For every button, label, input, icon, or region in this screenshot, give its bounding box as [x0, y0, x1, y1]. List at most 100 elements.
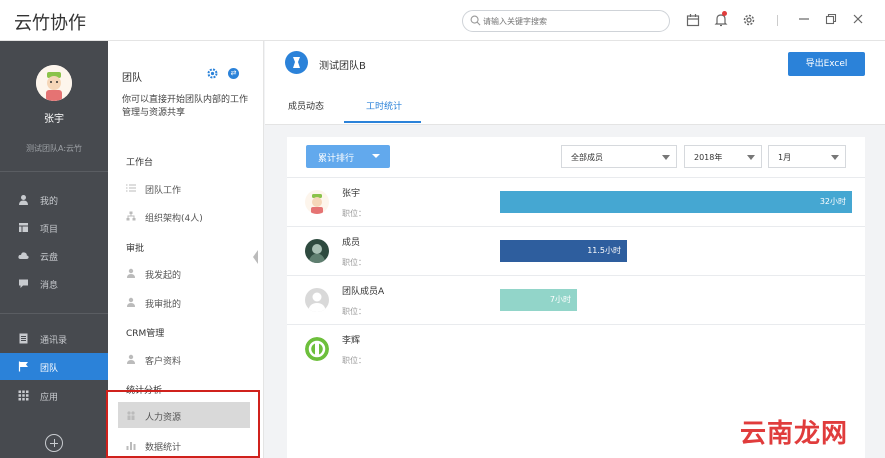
- org-chart-icon: [126, 211, 136, 221]
- work-hours-card: 累计排行 全部成员 2018年 1月 张宇 职位： 32小时 成员 职位： 11…: [287, 137, 865, 458]
- member-name: 李辉: [342, 336, 361, 346]
- main-sidebar: 张宇 测试团队A:云竹 我的 项目 云盘 消息 通讯录 团队 应用: [0, 41, 108, 458]
- team-logo: [285, 51, 308, 74]
- search-input[interactable]: [483, 13, 663, 29]
- member-name: 成员: [342, 238, 361, 248]
- divider: [0, 313, 108, 314]
- list-icon: [126, 184, 136, 192]
- highlight-box: [106, 390, 260, 458]
- user-icon: [127, 268, 135, 278]
- year-value: 2018年: [694, 153, 723, 162]
- table-row[interactable]: 成员 职位： 11.5小时: [287, 226, 865, 276]
- sidebar-item-label: 项目: [40, 225, 59, 235]
- sidebar-item-label: 消息: [40, 281, 59, 291]
- main-content: 测试团队B 导出Excel 成员动态 工时统计 累计排行 全部成员 2018年 …: [265, 41, 885, 458]
- panel-title: 团队: [122, 73, 142, 84]
- table-row[interactable]: 团队成员A 职位： 7小时: [287, 275, 865, 325]
- avatar: [305, 288, 329, 312]
- app-title: 云竹协作: [14, 13, 86, 34]
- hours-bar: 11.5小时: [500, 240, 627, 262]
- member-name: 张宇: [342, 189, 361, 199]
- panel-item-customers[interactable]: 客户资料: [118, 346, 250, 372]
- tab-member-activity[interactable]: 成员动态: [288, 99, 324, 112]
- avatar: [305, 337, 329, 361]
- active-tab-underline: [344, 121, 421, 123]
- member-name: 团队成员A: [342, 287, 385, 297]
- calendar-icon[interactable]: [686, 13, 700, 27]
- sidebar-item-contacts[interactable]: 通讯录: [0, 325, 108, 352]
- notification-dot: [722, 11, 727, 16]
- panel-item-approved[interactable]: 我审批的: [118, 289, 250, 315]
- team-switch-icon[interactable]: ⇄: [228, 68, 239, 79]
- search-box[interactable]: [462, 10, 670, 32]
- hours-bar-label: 11.5小时: [587, 246, 621, 255]
- team-name: 测试团队B: [319, 61, 366, 72]
- sidebar-item-label: 我的: [40, 197, 59, 207]
- member-position: 职位：: [342, 307, 366, 316]
- watermark: 云南龙网: [740, 419, 849, 449]
- section-approval: 审批: [126, 244, 145, 254]
- avatar[interactable]: [36, 65, 72, 101]
- year-select[interactable]: 2018年: [684, 145, 762, 168]
- hours-bar: 32小时: [500, 191, 852, 213]
- sidebar-item-team[interactable]: 团队: [0, 353, 108, 380]
- gear-icon[interactable]: [742, 13, 756, 27]
- member-filter-value: 全部成员: [571, 153, 603, 162]
- panel-description: 你可以直接开始团队内部的工作管理与资源共享: [122, 95, 249, 118]
- apps-grid-icon: [18, 390, 29, 401]
- panel-item-initiated[interactable]: 我发起的: [118, 260, 250, 286]
- settings-icon[interactable]: [207, 68, 218, 79]
- section-crm: CRM管理: [126, 329, 165, 339]
- sidebar-item-label: 团队: [40, 364, 59, 374]
- panel-item-label: 我审批的: [145, 300, 182, 310]
- chevron-down-icon: [831, 155, 839, 160]
- panel-item-team-work[interactable]: 团队工作: [118, 175, 250, 201]
- table-row[interactable]: 李辉 职位：: [287, 324, 865, 374]
- close-icon[interactable]: [851, 12, 865, 26]
- tab-work-hours[interactable]: 工时统计: [366, 99, 402, 112]
- avatar: [305, 239, 329, 263]
- member-filter-select[interactable]: 全部成员: [561, 145, 677, 168]
- collapse-panel-icon[interactable]: [251, 248, 259, 266]
- table-row[interactable]: 张宇 职位： 32小时: [287, 177, 865, 227]
- divider: [0, 171, 108, 172]
- user-icon: [127, 354, 135, 364]
- message-icon: [19, 279, 28, 288]
- chevron-down-icon: [662, 155, 670, 160]
- org-name[interactable]: 测试团队A:云竹: [0, 143, 108, 154]
- sidebar-item-cloud[interactable]: 云盘: [0, 242, 108, 269]
- add-icon[interactable]: [45, 434, 63, 452]
- cumulative-rank-button[interactable]: 累计排行: [306, 145, 390, 168]
- sidebar-item-label: 通讯录: [40, 336, 68, 346]
- sidebar-item-mine[interactable]: 我的: [0, 186, 108, 213]
- search-icon: [470, 15, 481, 26]
- panel-item-label: 客户资料: [145, 357, 182, 367]
- panel-item-label: 我发起的: [145, 271, 182, 281]
- hours-bar: 7小时: [500, 289, 577, 311]
- toolbar-divider: [777, 15, 778, 26]
- restore-icon[interactable]: [824, 12, 838, 26]
- hours-bar-label: 7小时: [549, 295, 571, 304]
- rank-button-label: 累计排行: [318, 154, 355, 164]
- member-position: 职位：: [342, 209, 366, 218]
- title-bar: 云竹协作: [0, 0, 885, 41]
- sidebar-item-apps[interactable]: 应用: [0, 382, 108, 409]
- avatar: [305, 190, 329, 214]
- chevron-down-icon: [372, 154, 380, 158]
- user-icon: [127, 297, 135, 307]
- team-header: 测试团队B 导出Excel 成员动态 工时统计: [265, 41, 885, 125]
- sidebar-item-projects[interactable]: 项目: [0, 214, 108, 241]
- member-position: 职位：: [342, 356, 366, 365]
- panel-item-label: 团队工作: [145, 186, 182, 196]
- sidebar-item-messages[interactable]: 消息: [0, 270, 108, 297]
- panel-item-org[interactable]: 组织架构(4人): [118, 203, 250, 229]
- user-icon: [19, 195, 28, 205]
- project-icon: [19, 223, 28, 232]
- contacts-icon: [19, 333, 28, 344]
- minimize-icon[interactable]: [797, 12, 811, 26]
- sidebar-item-label: 应用: [40, 393, 59, 403]
- flag-icon: [18, 361, 28, 372]
- export-excel-button[interactable]: 导出Excel: [788, 52, 865, 76]
- month-select[interactable]: 1月: [768, 145, 846, 168]
- member-position: 职位：: [342, 258, 366, 267]
